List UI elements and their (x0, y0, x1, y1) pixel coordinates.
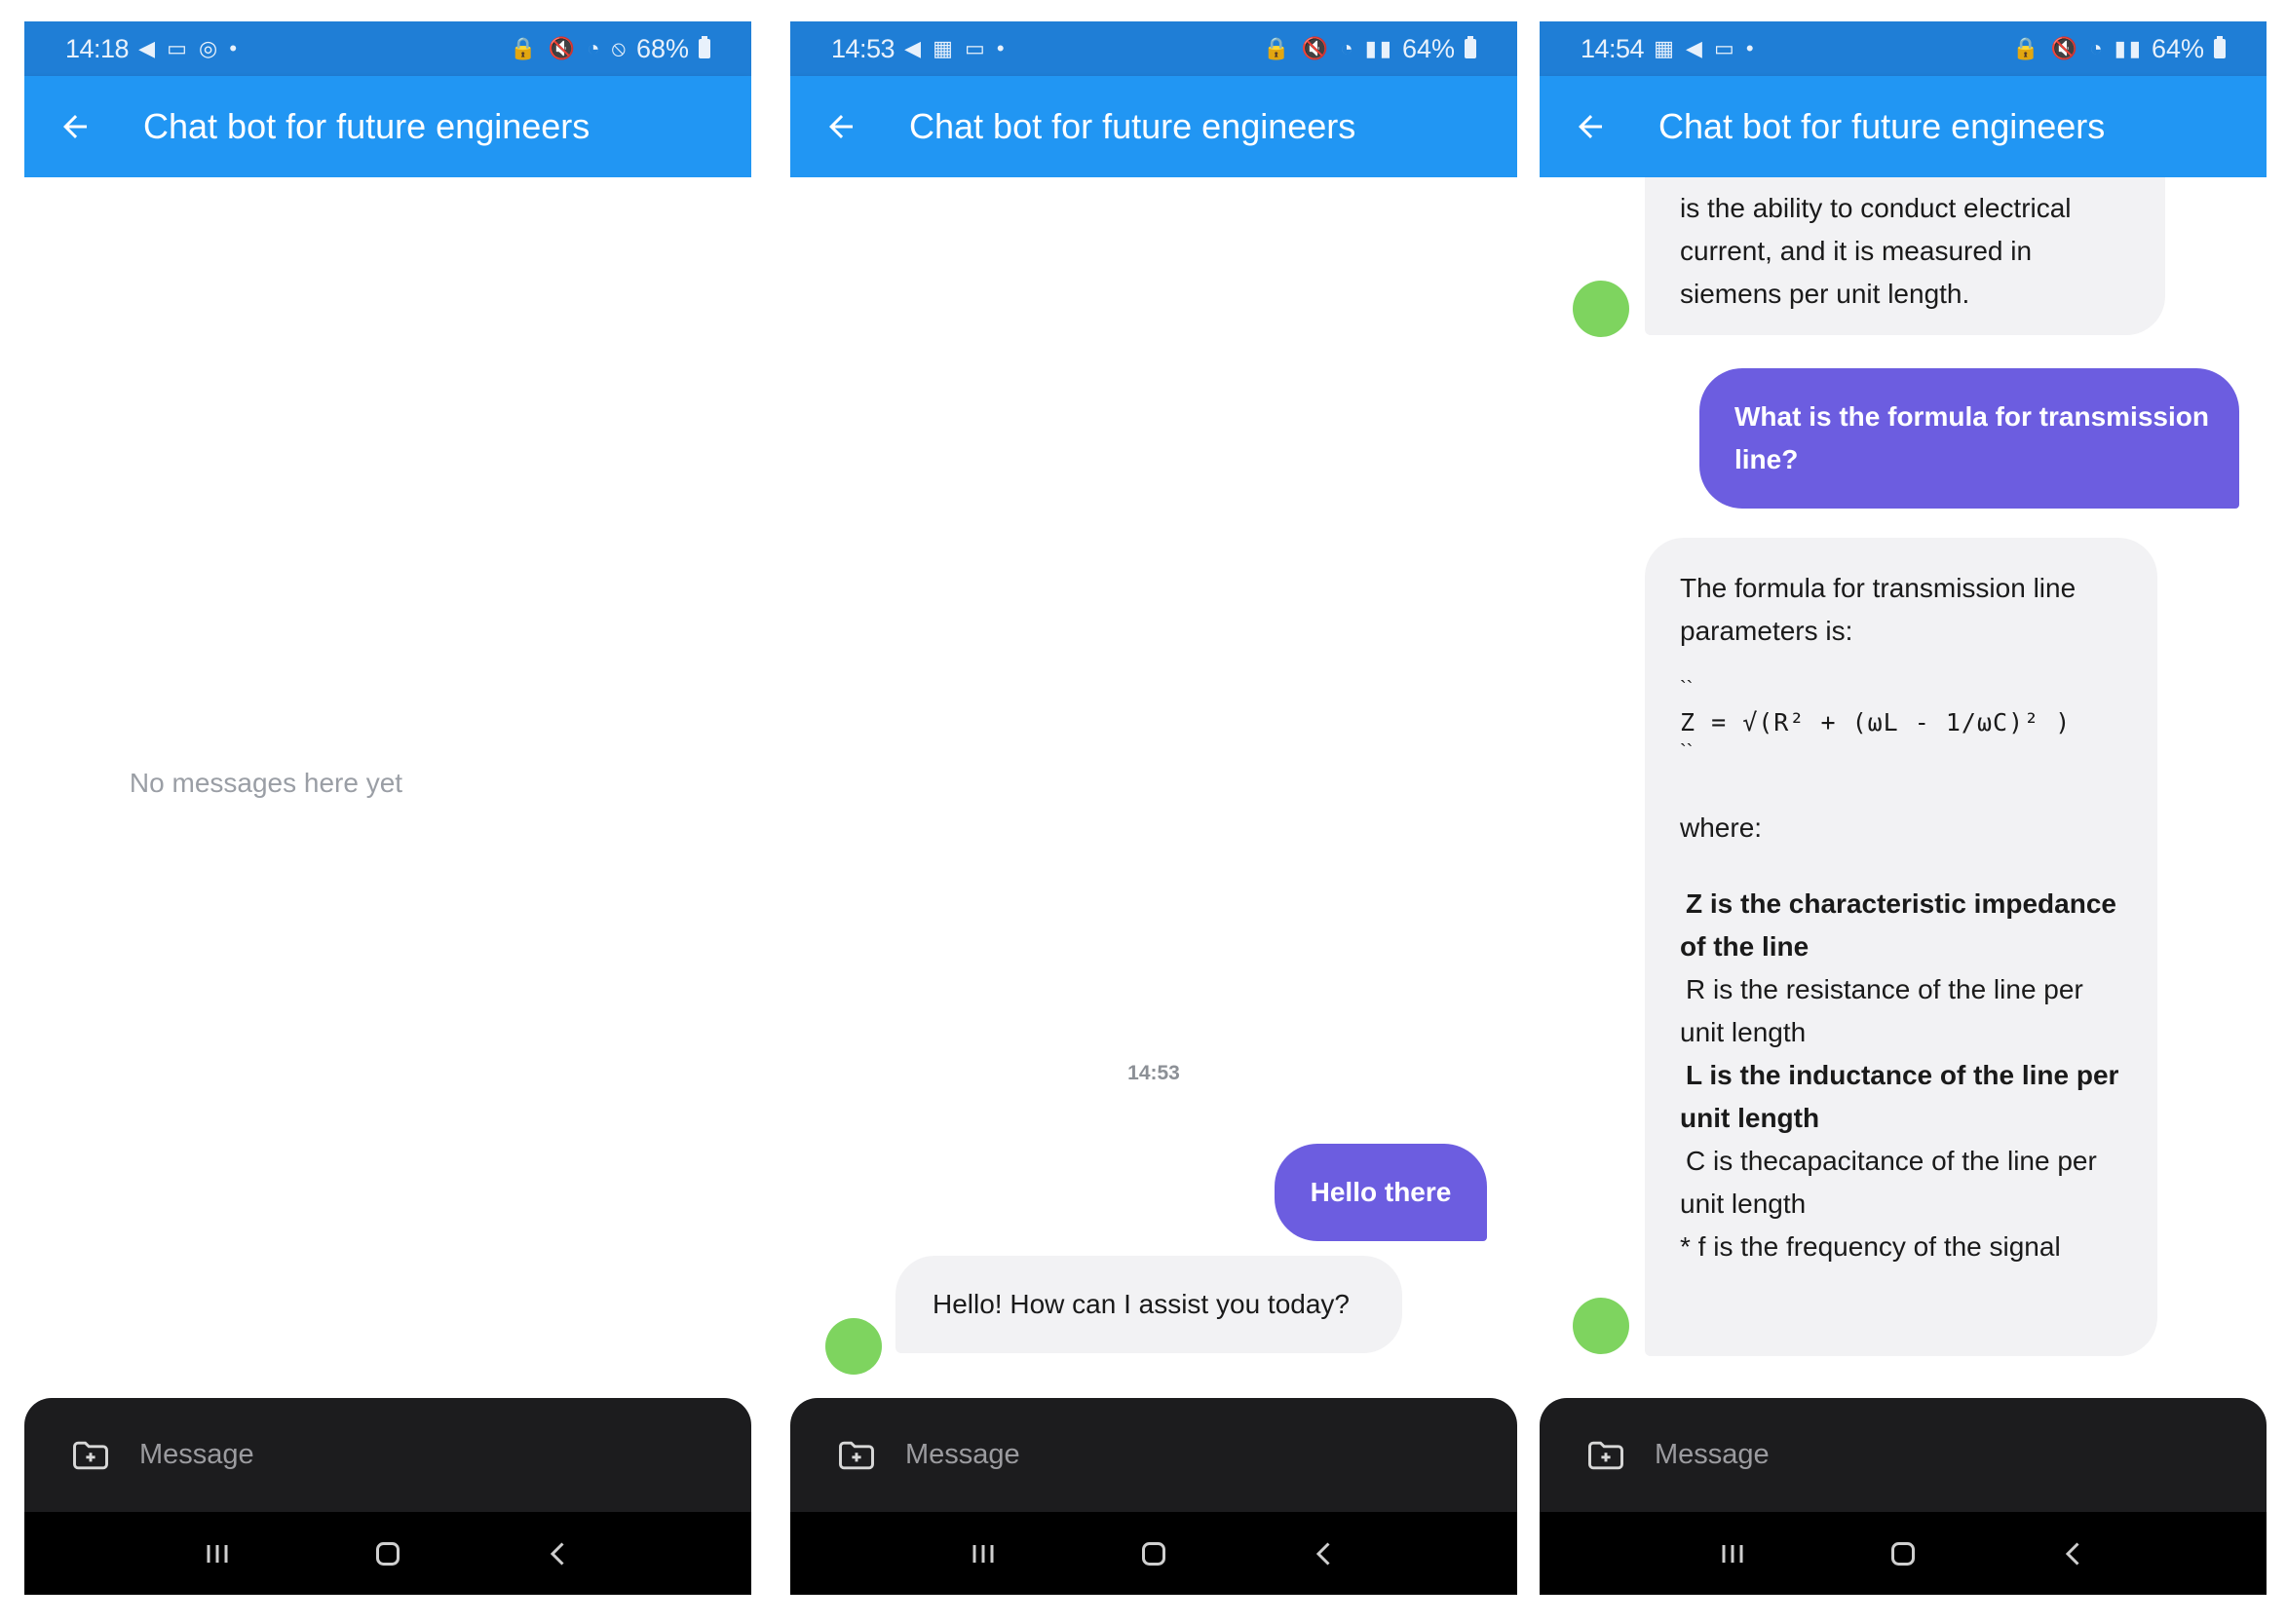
attach-folder-icon (839, 1441, 874, 1469)
home-icon (1890, 1541, 1915, 1566)
home-icon (375, 1541, 400, 1566)
battery-icon (1465, 36, 1476, 58)
recent-apps-button[interactable] (954, 1525, 1012, 1583)
battery-percent: 68% (635, 33, 689, 63)
user-message-line: line? (1734, 444, 1799, 474)
definition-line: R is the resistance of the line per (1686, 974, 2083, 1004)
message-input[interactable] (903, 1438, 1414, 1472)
battery-icon (2214, 36, 2226, 58)
status-bar: 14:53 ◀ ▦ ▭ • 🔒 🔇 ◔ ▮▮ 64% (790, 21, 1517, 76)
bot-answer-bubble[interactable]: The formula for transmission line parame… (1645, 538, 2157, 1356)
recent-apps-button[interactable] (1703, 1525, 1762, 1583)
home-icon (1141, 1541, 1165, 1566)
app-title: Chat bot for future engineers (1658, 106, 2106, 146)
app-bar: Chat bot for future engineers (24, 76, 751, 177)
attach-button[interactable] (833, 1432, 880, 1479)
back-arrow-icon (829, 115, 853, 138)
status-system-icons: 🔒 🔇 ◔ ⦸ (510, 36, 629, 60)
status-system-icons: 🔒 🔇 ◔ ▮▮ (1263, 36, 1394, 60)
recent-apps-button[interactable] (188, 1525, 247, 1583)
where-label: where: (1680, 812, 1763, 843)
bot-avatar (1573, 281, 1629, 337)
answer-intro-line: parameters is: (1680, 616, 1853, 646)
status-system-icons: 🔒 🔇 ◔ ▮▮ (2012, 36, 2144, 60)
status-notification-icons: ◀ ▦ ▭ • (904, 36, 1008, 60)
chat-area: No messages here yet (24, 177, 751, 1398)
attach-folder-icon (73, 1441, 108, 1469)
definition-line: unit length (1680, 1103, 1820, 1133)
attach-button[interactable] (1582, 1432, 1629, 1479)
recent-apps-icon (972, 1544, 994, 1563)
system-nav-bar (1540, 1512, 2267, 1595)
bot-message-bubble[interactable]: Hello! How can I assist you today? (895, 1256, 1402, 1353)
definition-line: of the line (1680, 931, 1810, 962)
phone-screen-formula-answer: 14:54 ▦ ◀ ▭ • 🔒 🔇 ◔ ▮▮ 64% Chat bot for … (1540, 21, 2267, 1595)
message-timestamp: 14:53 (1127, 1062, 1180, 1084)
back-arrow-button[interactable] (812, 97, 870, 156)
back-arrow-button[interactable] (46, 97, 104, 156)
status-time: 14:53 (831, 33, 895, 63)
back-nav-button[interactable] (2044, 1525, 2103, 1583)
attach-button[interactable] (67, 1432, 114, 1479)
app-bar: Chat bot for future engineers (790, 76, 1517, 177)
definition-line: unit length (1680, 1189, 1807, 1219)
home-button[interactable] (1124, 1525, 1183, 1583)
status-notification-icons: ◀ ▭ ◎ • (138, 36, 241, 60)
back-chevron-icon (2066, 1541, 2079, 1566)
status-notification-icons: ▦ ◀ ▭ • (1654, 36, 1757, 60)
bot-message-line: siemens per unit length. (1680, 279, 1970, 309)
status-bar: 14:54 ▦ ◀ ▭ • 🔒 🔇 ◔ ▮▮ 64% (1540, 21, 2267, 76)
definition-line: unit length (1680, 1017, 1807, 1047)
battery-percent: 64% (1401, 33, 1455, 63)
bot-message-line: current, and it is measured in (1680, 236, 2033, 266)
definition-line: * f is the frequency of the signal (1680, 1231, 2061, 1262)
system-nav-bar (790, 1512, 1517, 1595)
recent-apps-icon (1722, 1544, 1743, 1563)
formula-text: Z = √(R² + (ωL - 1/ωC)² ) (1680, 708, 2072, 736)
definition-line: Z is the characteristic impedance (1686, 888, 2116, 919)
user-message-bubble[interactable]: What is the formula for transmission lin… (1699, 368, 2239, 509)
phone-screen-greeting: 14:53 ◀ ▦ ▭ • 🔒 🔇 ◔ ▮▮ 64% Chat bot for … (790, 21, 1517, 1595)
empty-state-text: No messages here yet (129, 768, 403, 798)
back-arrow-button[interactable] (1561, 97, 1619, 156)
system-nav-bar (24, 1512, 751, 1595)
user-message-line: What is the formula for transmission (1734, 401, 2209, 432)
battery-percent: 64% (2151, 33, 2204, 63)
chat-area: 14:53 Hello there Hello! How can I assis… (790, 177, 1517, 1398)
home-button[interactable] (1874, 1525, 1932, 1583)
code-fence-close: `` (1680, 741, 1694, 763)
answer-intro-line: The formula for transmission line (1680, 573, 2076, 603)
app-title: Chat bot for future engineers (909, 106, 1356, 146)
back-nav-button[interactable] (1295, 1525, 1353, 1583)
app-title: Chat bot for future engineers (143, 106, 591, 146)
battery-icon (699, 36, 710, 58)
message-input[interactable] (1653, 1438, 2163, 1472)
status-time: 14:54 (1581, 33, 1645, 63)
definition-line: L is the inductance of the line per (1686, 1060, 2119, 1090)
home-button[interactable] (359, 1525, 417, 1583)
message-input[interactable] (137, 1438, 648, 1472)
back-chevron-icon (1316, 1541, 1330, 1566)
bot-message-bubble[interactable]: is the ability to conduct electrical cur… (1645, 177, 2165, 335)
attach-folder-icon (1588, 1441, 1623, 1469)
user-message-bubble[interactable]: Hello there (1275, 1144, 1487, 1241)
status-time: 14:18 (65, 33, 130, 63)
back-chevron-icon (551, 1541, 564, 1566)
back-arrow-icon (1579, 115, 1602, 138)
code-fence-open: `` (1680, 678, 1694, 699)
back-arrow-icon (63, 115, 87, 138)
back-nav-button[interactable] (529, 1525, 588, 1583)
status-bar: 14:18 ◀ ▭ ◎ • 🔒 🔇 ◔ ⦸ 68% (24, 21, 751, 76)
phone-screen-empty-chat: 14:18 ◀ ▭ ◎ • 🔒 🔇 ◔ ⦸ 68% Chat bot for f… (24, 21, 751, 1595)
chat-area: is the ability to conduct electrical cur… (1540, 177, 2267, 1398)
bot-avatar (1573, 1298, 1629, 1354)
recent-apps-icon (207, 1544, 228, 1563)
definition-line: C is thecapacitance of the line per (1686, 1146, 2097, 1176)
message-composer (790, 1398, 1517, 1512)
message-composer (24, 1398, 751, 1512)
app-bar: Chat bot for future engineers (1540, 76, 2267, 177)
bot-message-line: is the ability to conduct electrical (1680, 193, 2072, 223)
bot-avatar (825, 1318, 882, 1375)
message-composer (1540, 1398, 2267, 1512)
